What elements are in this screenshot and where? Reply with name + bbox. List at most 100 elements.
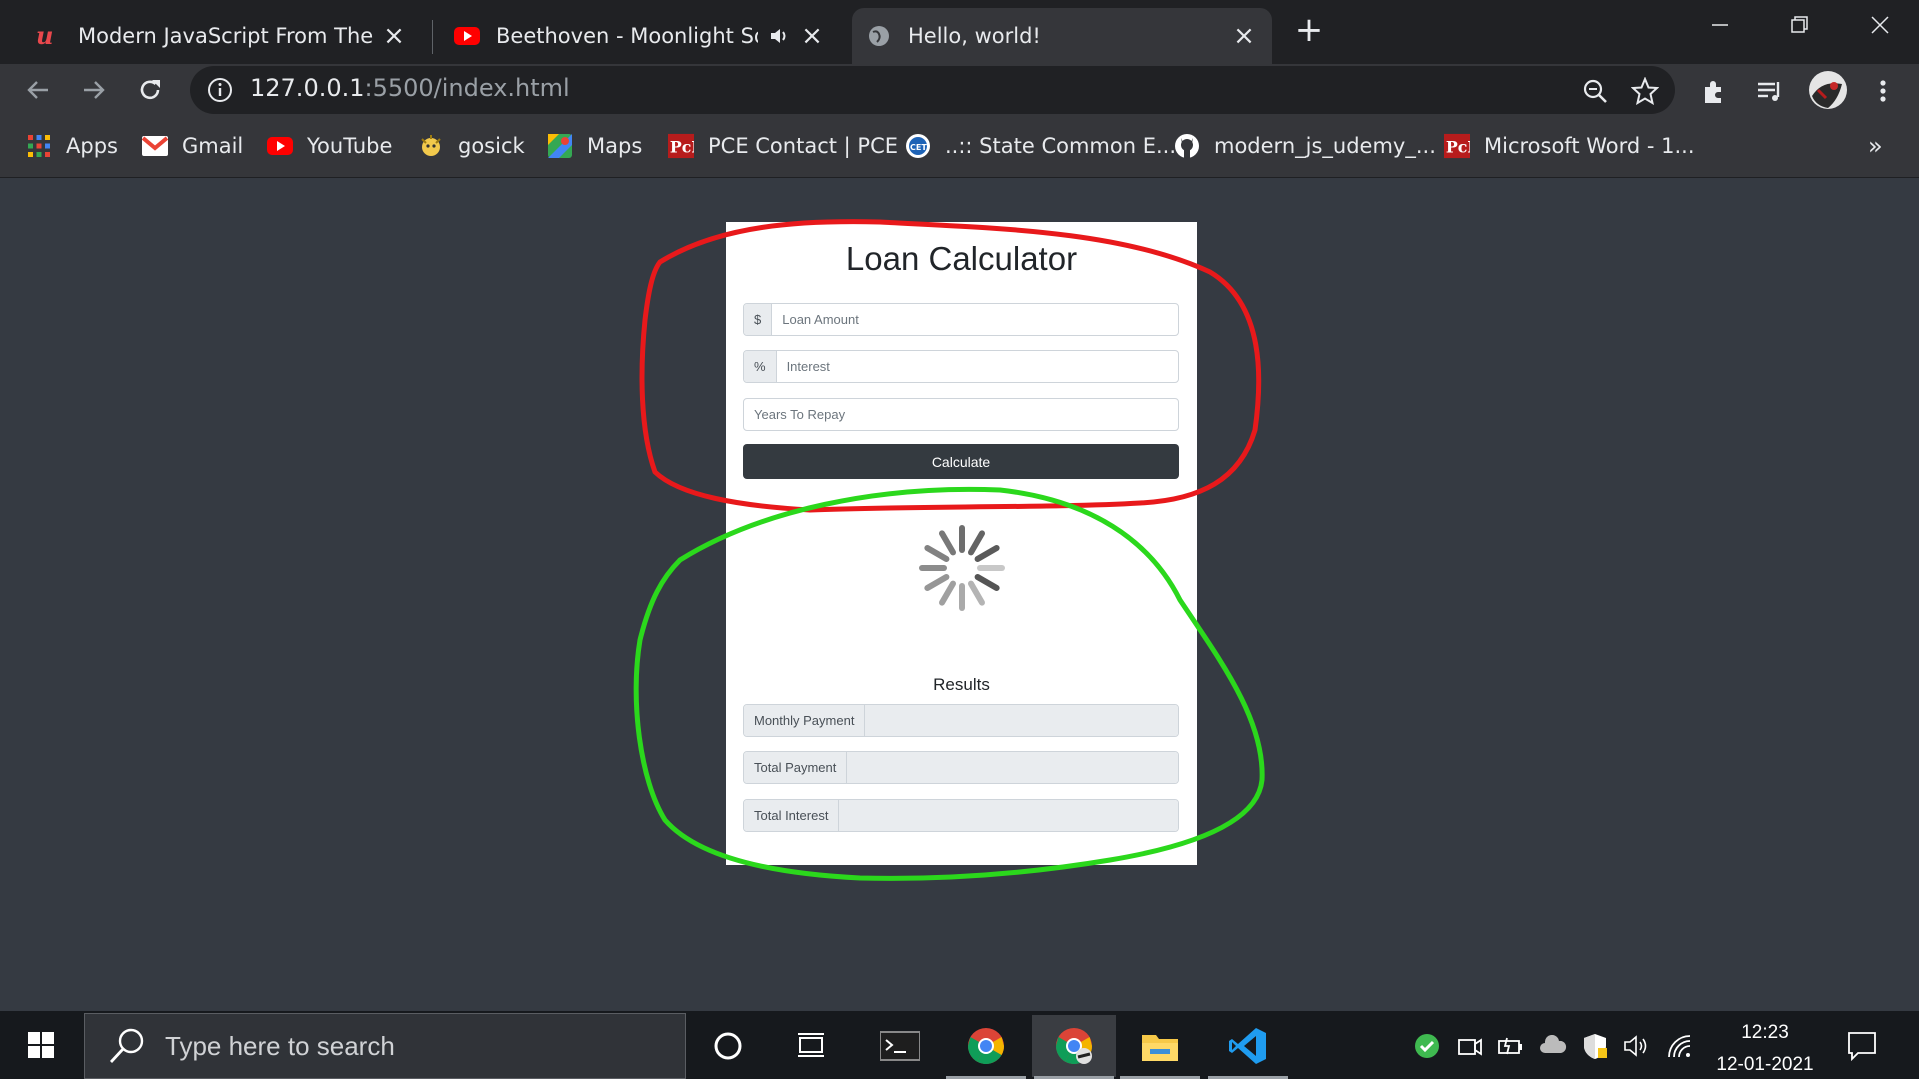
chrome-profile-app[interactable] (1032, 1015, 1116, 1079)
bookmark-label: ..:: State Common E... (945, 134, 1176, 158)
taskbar-search[interactable]: Type here to search (84, 1013, 686, 1079)
bookmark-label: PCE Contact | PCE (708, 134, 898, 158)
terminal-app[interactable] (858, 1015, 942, 1077)
cortana-button[interactable] (686, 1015, 770, 1077)
bookmarks-bar: Apps Gmail YouTube gosick Maps PcE PCE C… (0, 116, 1919, 178)
profile-avatar[interactable] (1808, 70, 1848, 110)
system-clock[interactable]: 12:23 12-01-2021 (1700, 1017, 1830, 1079)
monthly-payment-group: Monthly Payment (743, 704, 1179, 737)
reload-button[interactable] (130, 70, 170, 110)
github-icon (1174, 133, 1200, 159)
dollar-addon: $ (744, 304, 773, 335)
vscode-app[interactable] (1206, 1015, 1290, 1079)
bookmark-youtube[interactable]: YouTube (267, 130, 392, 162)
bookmark-maps[interactable]: Maps (547, 130, 642, 162)
bookmark-github[interactable]: modern_js_udemy_... (1174, 130, 1436, 162)
task-view-button[interactable] (770, 1015, 854, 1077)
spinner-spoke (974, 545, 1000, 562)
media-queue-icon[interactable] (1752, 74, 1786, 108)
star-icon[interactable] (1630, 76, 1660, 106)
cortana-icon (714, 1032, 742, 1060)
speaker-icon[interactable] (766, 23, 792, 49)
action-center-button[interactable] (1844, 1027, 1880, 1063)
security-check-icon[interactable] (1412, 1031, 1442, 1061)
minimize-button[interactable] (1680, 0, 1760, 50)
folder-icon (1142, 1035, 1178, 1061)
maps-icon (547, 133, 573, 159)
file-explorer-app[interactable] (1118, 1015, 1202, 1079)
bookmark-pce-contact[interactable]: PcE PCE Contact | PCE (668, 130, 898, 162)
clock-date: 12-01-2021 (1716, 1054, 1814, 1075)
tab-hello-world[interactable]: Hello, world! × (852, 8, 1272, 64)
volume-icon[interactable] (1622, 1031, 1652, 1061)
cloud-icon[interactable] (1538, 1031, 1568, 1061)
bookmark-state-cet[interactable]: CET ..:: State Common E... (905, 130, 1176, 162)
pce-icon: PcE (1444, 133, 1470, 159)
spinner-spoke (924, 574, 950, 591)
loading-spinner-icon (919, 525, 1005, 611)
windows-taskbar: Type here to search 12:23 12-01-2021 (0, 1011, 1919, 1079)
forward-button[interactable] (74, 70, 114, 110)
clock-time: 12:23 (1741, 1022, 1789, 1043)
loan-amount-group: $ (743, 303, 1179, 336)
chrome-app[interactable] (944, 1015, 1028, 1079)
bookmark-gosick[interactable]: gosick (418, 130, 525, 162)
svg-text:CET: CET (910, 143, 927, 152)
tab-udemy[interactable]: u Modern JavaScript From The Beg × (22, 8, 422, 64)
cet-icon: CET (905, 133, 931, 159)
close-icon[interactable]: × (380, 21, 408, 51)
chrome-icon (968, 1028, 1004, 1065)
start-button[interactable] (0, 1011, 82, 1079)
spinner-spoke (968, 580, 985, 606)
chrome-icon (1056, 1028, 1092, 1065)
close-icon[interactable]: × (1230, 21, 1258, 51)
info-icon[interactable] (206, 76, 234, 104)
apps-grid-icon (26, 133, 52, 159)
spinner-spoke (939, 530, 956, 556)
total-interest-output (839, 800, 1178, 831)
bookmark-label: modern_js_udemy_... (1214, 134, 1436, 158)
vscode-icon (1229, 1028, 1266, 1064)
bookmark-label: Maps (587, 134, 643, 158)
tab-title: Hello, world! (908, 24, 1041, 48)
spinner-spoke (924, 545, 950, 562)
wifi-icon[interactable] (1665, 1031, 1695, 1061)
bookmark-label: Microsoft Word - 1... (1484, 134, 1695, 158)
meet-now-icon[interactable] (1455, 1031, 1485, 1061)
bookmark-gmail[interactable]: Gmail (142, 130, 243, 162)
task-view-icon (798, 1033, 824, 1057)
tab-youtube[interactable]: Beethoven - Moonlight Sona × (440, 8, 840, 64)
more-bookmarks-button[interactable]: » (1868, 132, 1883, 160)
menu-icon[interactable] (1866, 74, 1900, 108)
spinner-spoke (939, 580, 956, 606)
years-to-repay-input[interactable] (744, 399, 1178, 430)
interest-input[interactable] (776, 351, 1178, 382)
pce-icon: PcE (668, 133, 694, 159)
back-button[interactable] (18, 70, 58, 110)
interest-group: % (743, 350, 1179, 383)
extensions-icon[interactable] (1697, 74, 1731, 108)
new-tab-button[interactable]: + (1291, 10, 1327, 50)
total-payment-label: Total Payment (744, 752, 848, 783)
restore-button[interactable] (1760, 0, 1840, 50)
close-icon[interactable]: × (798, 21, 826, 51)
tab-title: Modern JavaScript From The Beg (78, 24, 380, 48)
defender-shield-icon[interactable] (1580, 1031, 1610, 1061)
gosick-icon (418, 133, 444, 159)
close-window-button[interactable] (1840, 0, 1919, 50)
address-bar[interactable]: 127.0.0.1:5500/index.html (190, 66, 1675, 114)
svg-text:PcE: PcE (670, 138, 694, 157)
battery-icon[interactable] (1496, 1031, 1526, 1061)
svg-text:PcE: PcE (1446, 138, 1470, 157)
spinner-spoke (968, 530, 985, 556)
bookmark-apps[interactable]: Apps (26, 130, 118, 162)
bookmark-word[interactable]: PcE Microsoft Word - 1... (1444, 130, 1695, 162)
loan-amount-input[interactable] (772, 304, 1178, 335)
bookmark-label: YouTube (307, 134, 393, 158)
calculate-button[interactable]: Calculate (743, 444, 1179, 479)
monthly-payment-label: Monthly Payment (744, 705, 866, 736)
tab-title: Beethoven - Moonlight Sona (496, 24, 758, 48)
terminal-icon (880, 1031, 920, 1061)
bookmark-label: Gmail (182, 134, 244, 158)
zoom-icon[interactable] (1580, 76, 1610, 106)
